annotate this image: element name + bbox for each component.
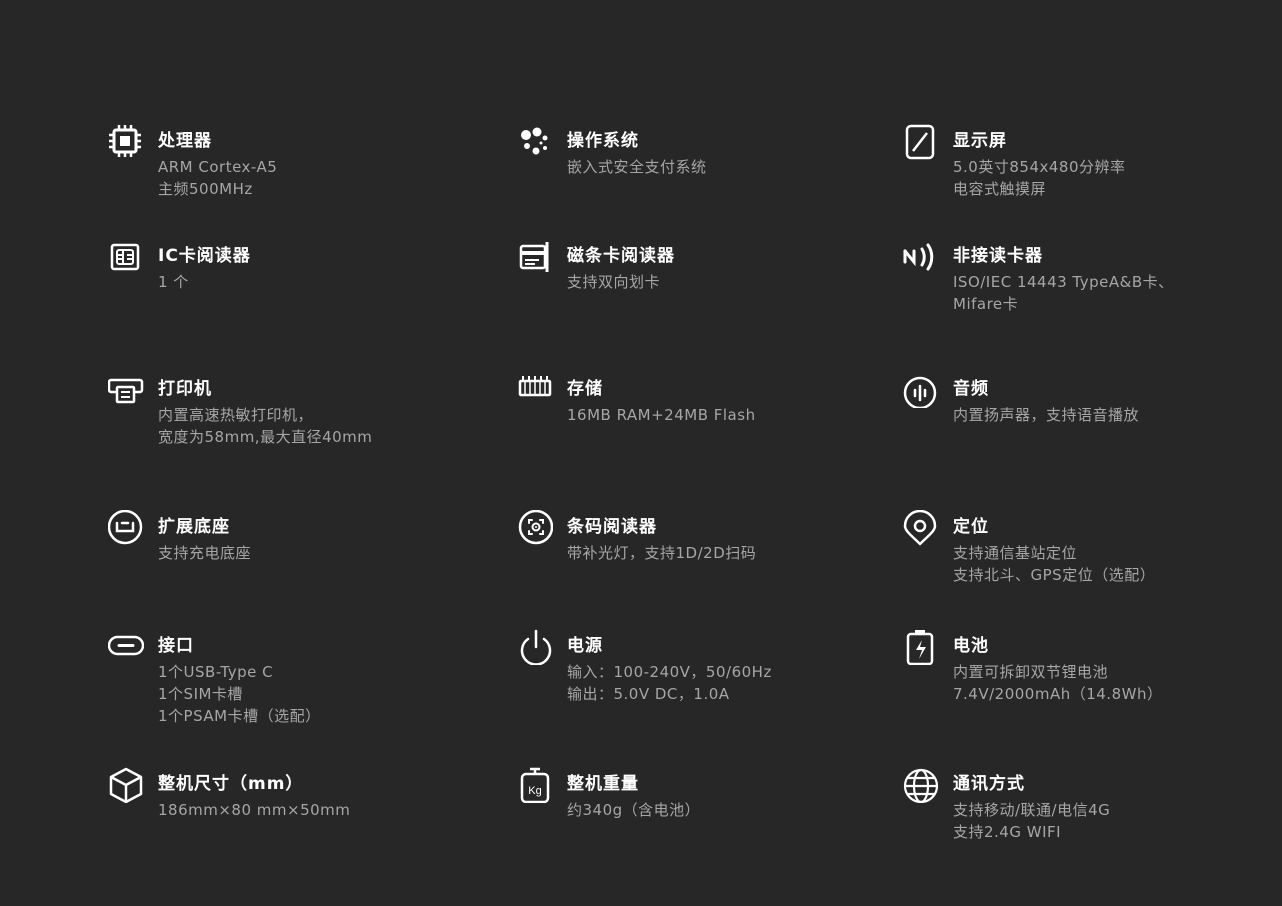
weight-kg-label: Kg <box>528 785 541 797</box>
spec-title: 打印机 <box>158 379 212 399</box>
spec-title: 非接读卡器 <box>953 246 1043 266</box>
magstripe-card-icon <box>517 239 553 275</box>
spec-title: 电源 <box>567 636 603 656</box>
spec-line: 支持充电底座 <box>158 544 252 562</box>
spec-line: 支持移动/联通/电信4G <box>953 801 1111 819</box>
spec-line: 支持通信基站定位 <box>953 544 1078 562</box>
barcode-scanner-icon <box>517 510 553 546</box>
nfc-icon <box>903 239 939 275</box>
spec-line: 支持双向划卡 <box>567 273 661 291</box>
cpu-icon <box>108 124 144 160</box>
spec-line: 宽度为58mm,最大直径40mm <box>158 428 373 446</box>
spec-line: 内置扬声器，支持语音播放 <box>953 406 1140 424</box>
spec-line: 输入：100-240V，50/60Hz <box>567 663 772 681</box>
printer-icon <box>108 372 144 408</box>
display-icon <box>903 124 939 160</box>
audio-icon <box>903 372 939 408</box>
spec-line: Mifare卡 <box>953 295 1019 313</box>
spec-title: 显示屏 <box>953 131 1007 151</box>
usb-c-port-icon <box>108 629 144 665</box>
spec-line: 186mm×80 mm×50mm <box>158 801 351 819</box>
ic-chip-card-icon <box>108 239 144 275</box>
spec-line: 约340g（含电池） <box>567 801 701 819</box>
spec-line: 支持2.4G WIFI <box>953 823 1062 841</box>
spec-title: 磁条卡阅读器 <box>567 246 675 266</box>
spec-line: ARM Cortex-A5 <box>158 158 278 176</box>
spec-title: 电池 <box>953 636 989 656</box>
spec-title: 存储 <box>567 379 603 399</box>
spec-line: 1个USB-Type C <box>158 663 274 681</box>
globe-icon <box>903 767 939 803</box>
cube-icon <box>108 767 144 803</box>
os-dots-icon <box>517 124 553 160</box>
spec-line: 嵌入式安全支付系统 <box>567 158 707 176</box>
spec-title: 处理器 <box>158 131 212 151</box>
spec-line: 1个SIM卡槽 <box>158 685 243 703</box>
spec-line: 5.0英寸854x480分辨率 <box>953 158 1126 176</box>
spec-title: 扩展底座 <box>158 517 230 537</box>
spec-line: 主频500MHz <box>158 180 253 198</box>
spec-title: 定位 <box>953 517 989 537</box>
spec-title: IC卡阅读器 <box>158 246 251 266</box>
spec-title: 通讯方式 <box>953 774 1025 794</box>
battery-icon <box>903 629 939 665</box>
spec-title: 整机尺寸（mm） <box>158 774 304 794</box>
dock-icon <box>108 510 144 546</box>
spec-title: 整机重量 <box>567 774 639 794</box>
spec-title: 操作系统 <box>567 131 639 151</box>
location-pin-icon <box>903 510 939 546</box>
spec-line: 1 个 <box>158 273 189 291</box>
spec-title: 接口 <box>158 636 194 656</box>
power-icon <box>517 629 553 665</box>
spec-line: 内置高速热敏打印机， <box>158 406 314 424</box>
spec-line: 电容式触摸屏 <box>953 180 1047 198</box>
memory-icon <box>517 372 553 408</box>
spec-line: 支持北斗、GPS定位（选配） <box>953 566 1156 584</box>
spec-line: 7.4V/2000mAh（14.8Wh） <box>953 685 1163 703</box>
spec-line: 输出：5.0V DC，1.0A <box>567 685 730 703</box>
spec-line: 内置可拆卸双节锂电池 <box>953 663 1109 681</box>
spec-title: 条码阅读器 <box>567 517 657 537</box>
spec-line: 16MB RAM+24MB Flash <box>567 406 756 424</box>
weight-icon: Kg <box>517 767 553 803</box>
spec-line: ISO/IEC 14443 TypeA&B卡、 <box>953 273 1174 291</box>
spec-line: 1个PSAM卡槽（选配） <box>158 707 321 725</box>
spec-line: 带补光灯，支持1D/2D扫码 <box>567 544 757 562</box>
spec-title: 音频 <box>953 379 989 399</box>
